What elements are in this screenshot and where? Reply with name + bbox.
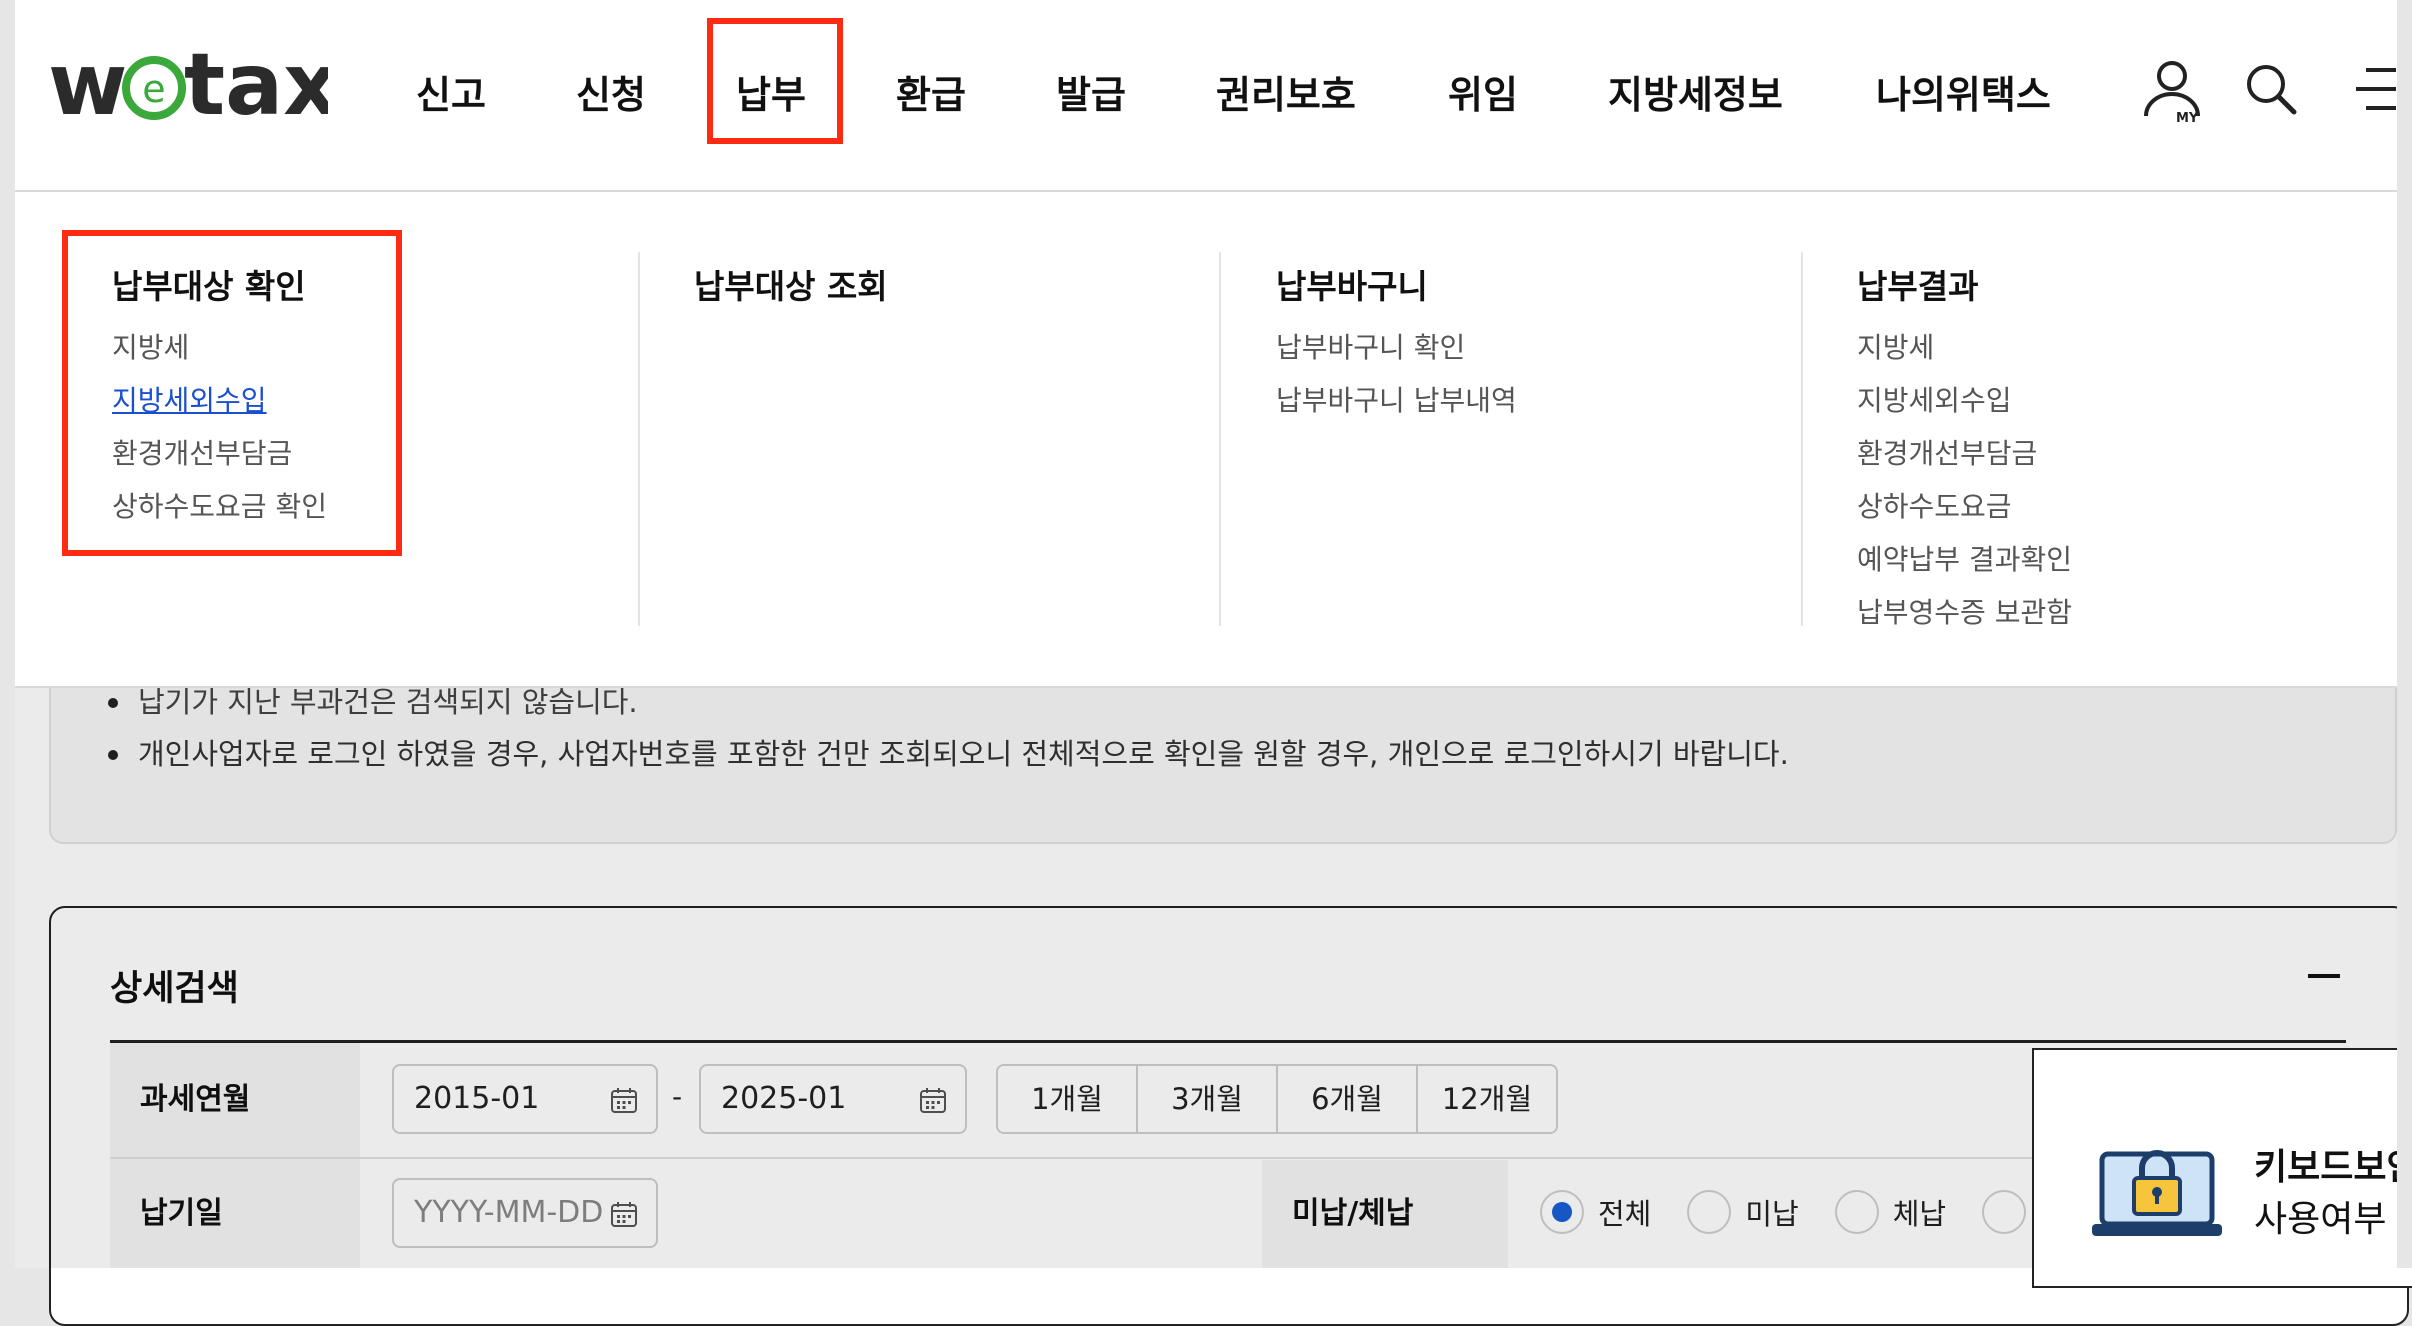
menu-column-divider [638, 252, 640, 626]
menu-item-result-water-fee[interactable]: 상하수도요금 [1857, 485, 2012, 525]
collapse-minus-icon[interactable] [2308, 974, 2340, 978]
radio-label: 체납 [1892, 1197, 1947, 1231]
period-1-month-button[interactable]: 1개월 [998, 1066, 1138, 1132]
menu-item-scheduled-payment-result[interactable]: 예약납부 결과확인 [1857, 538, 2072, 578]
tax-period-from-input[interactable]: 2015-01 [392, 1064, 658, 1134]
radio-label: 전체 [1598, 1197, 1652, 1231]
notice-item: 개인사업자로 로그인 하였을 경우, 사업자번호를 포함한 건만 조회되오니 전… [108, 728, 1789, 780]
laptop-lock-icon [2092, 1150, 2222, 1236]
hamburger-menu-icon[interactable] [2352, 66, 2396, 112]
nav-item-rights[interactable]: 권리보호 [1216, 64, 1356, 119]
unpaid-status-label: 미납/체납 [1262, 1160, 1508, 1268]
due-date-input[interactable]: YYYY-MM-DD [392, 1178, 658, 1248]
menu-title-payment-basket[interactable]: 납부바구니 [1276, 260, 1428, 308]
nav-item-apply[interactable]: 신청 [576, 64, 646, 119]
wetax-logo[interactable]: w e tax [48, 35, 339, 135]
nav-item-report[interactable]: 신고 [416, 64, 486, 119]
notice-list: 납기가 지난 부과건은 검색되지 않습니다. 개인사업자로 로그인 하였을 경우… [108, 676, 1789, 780]
search-icon[interactable] [2244, 62, 2298, 116]
table-top-border [110, 1040, 2346, 1043]
menu-column-divider [1801, 252, 1803, 626]
nav-item-issue[interactable]: 발급 [1056, 64, 1126, 119]
due-date-label: 납기일 [110, 1159, 360, 1268]
period-button-group: 1개월 3개월 6개월 12개월 [996, 1064, 1558, 1134]
radio-dot[interactable] [1540, 1190, 1584, 1234]
menu-item-receipt-storage[interactable]: 납부영수증 보관함 [1857, 591, 2072, 631]
period-12-month-button[interactable]: 12개월 [1418, 1066, 1556, 1132]
nav-payment-highlight [707, 18, 843, 144]
logo-e: e [142, 67, 165, 111]
menu-item-result-local-tax[interactable]: 지방세 [1857, 326, 1934, 366]
date-range-separator: - [672, 1080, 683, 1113]
radio-dot[interactable] [1982, 1190, 2027, 1234]
logo-tax: tax [184, 40, 328, 130]
menu-title-payment-target-lookup[interactable]: 납부대상 조회 [694, 260, 888, 308]
menu-item-basket-history[interactable]: 납부바구니 납부내역 [1276, 379, 1517, 419]
status-radio-group: 전체 미납 체납 [1540, 1190, 2040, 1234]
menu-column-highlight [62, 230, 402, 556]
due-date-placeholder: YYYY-MM-DD [414, 1195, 604, 1230]
radio-dot[interactable] [1687, 1190, 1732, 1234]
nav-item-my-wetax[interactable]: 나의위택스 [1876, 64, 2051, 119]
status-radio-all[interactable]: 전체 [1540, 1190, 1651, 1234]
radio-label: 미납 [1745, 1197, 1799, 1231]
status-radio-more[interactable] [1982, 1190, 2027, 1234]
my-user-icon[interactable]: MY [2142, 58, 2206, 124]
wetax-logo-mark: w e tax [48, 35, 339, 135]
my-badge: MY [2176, 111, 2199, 124]
menu-title-payment-result[interactable]: 납부결과 [1857, 260, 1978, 308]
radio-dot[interactable] [1834, 1190, 1879, 1234]
logo-w: w [48, 40, 127, 130]
menu-column-divider [1219, 252, 1221, 626]
period-3-month-button[interactable]: 3개월 [1138, 1066, 1278, 1132]
tax-period-label: 과세연월 [110, 1043, 360, 1157]
calendar-icon[interactable] [919, 1086, 947, 1114]
detail-search-title: 상세검색 [110, 969, 239, 1009]
calendar-icon[interactable] [610, 1200, 638, 1228]
menu-item-basket-check[interactable]: 납부바구니 확인 [1276, 326, 1465, 366]
tax-period-to-value: 2025-01 [721, 1081, 847, 1116]
period-6-month-button[interactable]: 6개월 [1278, 1066, 1418, 1132]
status-radio-unpaid[interactable]: 미납 [1687, 1190, 1799, 1234]
calendar-icon[interactable] [610, 1086, 638, 1114]
nav-item-delegation[interactable]: 위임 [1448, 64, 1518, 119]
tax-period-to-input[interactable]: 2025-01 [699, 1064, 967, 1134]
status-radio-overdue[interactable]: 체납 [1834, 1190, 1947, 1234]
menu-item-result-non-tax-revenue[interactable]: 지방세외수입 [1857, 379, 2012, 419]
nav-item-local-tax-info[interactable]: 지방세정보 [1608, 64, 1783, 119]
window-right-edge [2397, 0, 2412, 1268]
tax-period-from-value: 2015-01 [414, 1081, 540, 1116]
keyboard-security-title: 키보드보안 [2254, 1147, 2412, 1188]
menu-item-result-environment-charge[interactable]: 환경개선부담금 [1857, 432, 2037, 472]
keyboard-security-subtitle: 사용여부 선택 [2254, 1199, 2412, 1240]
row-separator [110, 1157, 2346, 1159]
nav-item-refund[interactable]: 환급 [896, 64, 966, 119]
